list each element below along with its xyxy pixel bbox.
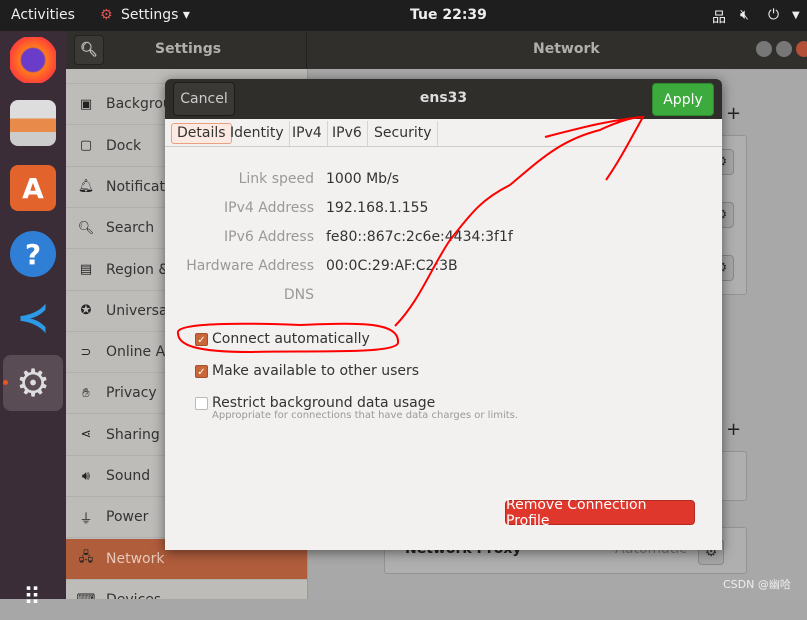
annotation-arrow (394, 115, 645, 327)
annotation-circle (177, 322, 400, 354)
red-annotation (177, 115, 645, 354)
